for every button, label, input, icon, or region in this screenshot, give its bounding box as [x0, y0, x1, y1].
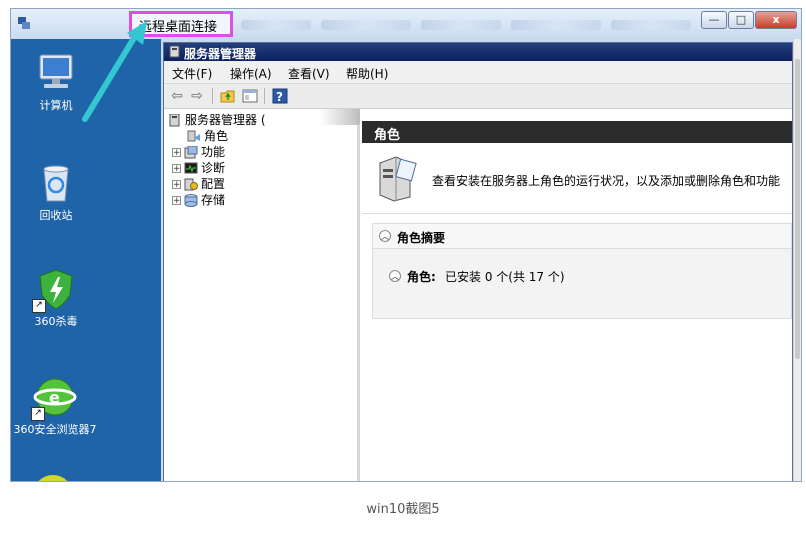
divider — [362, 213, 792, 214]
tree-label: 诊断 — [201, 161, 226, 175]
toolbar-divider — [212, 88, 213, 104]
roles-description: 查看安装在服务器上角色的运行状况，以及添加或删除角色和功能 — [432, 174, 781, 188]
roles-summary-title: 角色摘要 — [397, 231, 446, 245]
image-caption: win10截图5 — [366, 502, 440, 517]
up-folder-icon[interactable] — [220, 88, 236, 104]
tree-item-features[interactable]: + 功能 — [172, 143, 225, 159]
pane-header: 角色 — [362, 121, 792, 143]
remote-desktop-window: 远程桌面连接 — □ x 计算机 回收站 ↗ 360杀毒 e ↗ 360安全浏览… — [10, 8, 802, 482]
collapse-icon[interactable]: ︿ — [379, 230, 391, 242]
roles-summary-header[interactable]: ︿ 角色摘要 — [373, 224, 791, 249]
expand-icon[interactable]: + — [172, 196, 181, 206]
toolbar: ⇦ ⇨ ? — [164, 84, 792, 109]
blurred-title — [421, 20, 501, 30]
server-manager-icon — [169, 45, 180, 58]
expand-icon[interactable]: + — [172, 180, 181, 190]
tree-item-diagnostics[interactable]: + 诊断 — [172, 159, 225, 175]
server-manager-title-bar: 服务器管理器 — [164, 43, 792, 61]
tree-label: 配置 — [201, 177, 226, 191]
desktop-icon-360-antivirus[interactable]: ↗ 360杀毒 — [11, 267, 101, 328]
svg-text:?: ? — [276, 90, 283, 104]
menu-file[interactable]: 文件(F) — [172, 65, 212, 82]
server-manager-window: 服务器管理器 文件(F) 操作(A) 查看(V) 帮助(H) ⇦ ⇨ ? 服务器… — [163, 42, 793, 481]
minimize-button[interactable]: — — [701, 11, 727, 29]
svg-text:e: e — [49, 388, 60, 407]
tree-label: 角色 — [204, 129, 229, 143]
vertical-scrollbar[interactable] — [793, 39, 801, 481]
toolbar-divider — [264, 88, 265, 104]
server-icon — [168, 113, 182, 127]
configuration-icon — [184, 178, 198, 191]
console-tree: 服务器管理器 ( 角色 + 功能 + 诊断 + 配置 + 存储 — [164, 109, 360, 481]
tree-label: 存储 — [201, 193, 226, 207]
maximize-button[interactable]: □ — [728, 11, 754, 29]
desktop-icon-label: 回收站 — [39, 209, 73, 222]
features-icon — [184, 145, 198, 159]
blurred-title — [321, 20, 411, 30]
pane-title: 角色 — [374, 128, 401, 143]
desktop-icon-label: 360杀毒 — [34, 315, 78, 328]
tree-item-configuration[interactable]: + 配置 — [172, 175, 225, 191]
help-icon[interactable]: ? — [272, 88, 288, 104]
tree-root-server-manager[interactable]: 服务器管理器 ( — [168, 111, 266, 127]
computer-icon — [39, 54, 73, 88]
menu-action[interactable]: 操作(A) — [230, 65, 272, 82]
blurred-title — [241, 20, 311, 30]
roles-installed-count: 已安装 0 个(共 17 个) — [445, 270, 565, 284]
tree-item-roles[interactable]: 角色 — [184, 127, 228, 143]
menu-help[interactable]: 帮助(H) — [346, 65, 388, 82]
tree-item-storage[interactable]: + 存储 — [172, 191, 225, 207]
storage-icon — [184, 194, 198, 207]
scrollbar-thumb[interactable] — [795, 59, 800, 359]
server-manager-title: 服务器管理器 — [184, 47, 257, 61]
partial-desktop-icon — [33, 475, 73, 481]
rdp-app-icon — [18, 17, 30, 29]
desktop-icon-label: 360安全浏览器7 — [13, 423, 97, 436]
roles-icon — [187, 130, 201, 143]
expand-icon[interactable]: + — [172, 164, 181, 174]
diagnostics-icon — [184, 162, 198, 175]
shortcut-arrow-icon: ↗ — [31, 407, 45, 421]
desktop-icon-recycle-bin[interactable]: 回收站 — [11, 161, 101, 222]
blurred-title — [511, 20, 601, 30]
menu-view[interactable]: 查看(V) — [288, 65, 330, 82]
forward-arrow-icon[interactable]: ⇨ — [188, 87, 206, 105]
desktop-icon-360-browser[interactable]: e ↗ 360安全浏览器7 — [11, 375, 99, 436]
roles-server-icon — [379, 156, 417, 202]
back-arrow-icon[interactable]: ⇦ — [168, 87, 186, 105]
blurred-title — [611, 20, 691, 30]
shortcut-arrow-icon: ↗ — [32, 299, 46, 313]
roles-summary-section: ︿ 角色摘要 ︿ 角色: 已安装 0 个(共 17 个) — [372, 223, 792, 319]
tree-label: 功能 — [201, 145, 226, 159]
expand-icon[interactable]: + — [172, 148, 181, 158]
roles-label[interactable]: 角色: — [407, 268, 436, 285]
collapse-icon[interactable]: ︿ — [389, 270, 401, 282]
details-pane: 角色 查看安装在服务器上角色的运行状况，以及添加或删除角色和功能 ︿ 角色摘要 … — [362, 109, 792, 481]
show-hide-tree-icon[interactable] — [242, 88, 258, 104]
annotation-arrow-icon — [82, 21, 147, 122]
recycle-bin-icon — [43, 165, 69, 202]
close-button[interactable]: x — [755, 11, 797, 29]
menu-bar: 文件(F) 操作(A) 查看(V) 帮助(H) — [164, 61, 792, 84]
tree-label: 服务器管理器 ( — [185, 113, 266, 127]
blurred-server-name — [320, 109, 360, 125]
